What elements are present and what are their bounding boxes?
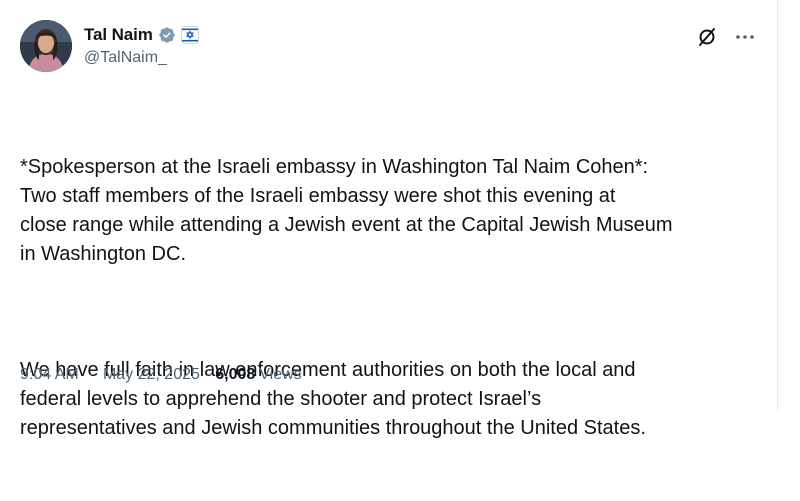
grok-icon[interactable] (696, 26, 718, 48)
tweet-paragraph: *Spokesperson at the Israeli embassy in … (20, 156, 673, 265)
name-row: Tal Naim (84, 24, 199, 46)
verified-badge-icon (158, 26, 176, 44)
views-label: Views (259, 366, 302, 383)
header-actions (696, 26, 756, 48)
tweet-text: *Spokesperson at the Israeli embassy in … (20, 95, 760, 501)
views-link[interactable]: 6,008 Views (215, 366, 301, 384)
display-name[interactable]: Tal Naim (84, 25, 153, 45)
meta-separator: · (204, 366, 211, 383)
tweet-time: 9:04 AM (20, 366, 79, 383)
tweet-timestamp[interactable]: 9:04 AM · May 22, 2025 (20, 366, 200, 384)
views-count: 6,008 (215, 366, 256, 383)
tweet-date: May 22, 2025 (102, 366, 200, 383)
tweet-meta: 9:04 AM · May 22, 2025 · 6,008 Views (20, 366, 302, 384)
avatar[interactable] (20, 20, 72, 72)
author-handle[interactable]: @TalNaim_ (84, 49, 199, 67)
more-icon[interactable] (734, 26, 756, 48)
author-names: Tal Naim @TalNaim_ (84, 24, 199, 67)
tweet-header: Tal Naim @TalNaim_ (18, 18, 758, 78)
israel-flag-icon[interactable] (180, 26, 199, 44)
meta-separator: · (88, 366, 94, 383)
tweet-card: Tal Naim @TalNaim_ *Spokesperson at the … (0, 0, 778, 439)
avatar-image (20, 20, 72, 72)
